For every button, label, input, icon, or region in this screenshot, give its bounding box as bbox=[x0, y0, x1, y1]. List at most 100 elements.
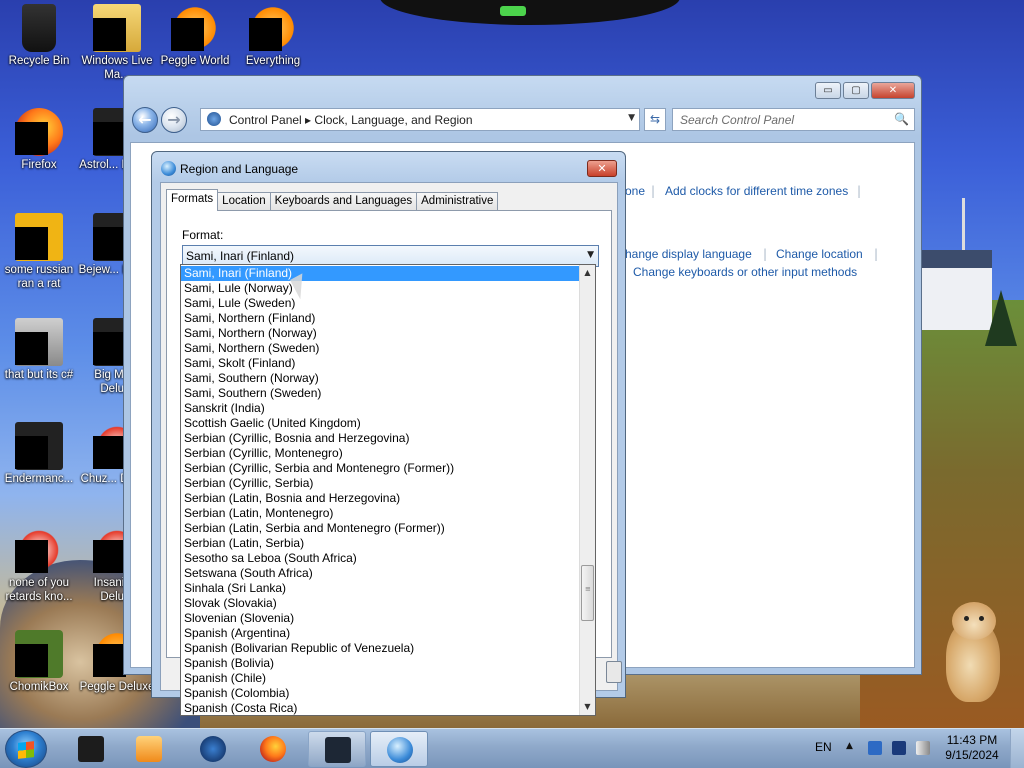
tab-strip: Formats Location Keyboards and Languages… bbox=[166, 189, 499, 211]
format-option[interactable]: Spanish (Argentina) bbox=[181, 626, 580, 641]
status-led bbox=[500, 6, 526, 16]
windows-logo-icon bbox=[18, 741, 34, 759]
volume-icon[interactable] bbox=[916, 741, 930, 755]
search-input[interactable]: Search Control Panel 🔍 bbox=[672, 108, 915, 131]
desktop-icon-firefox[interactable]: Firefox bbox=[0, 108, 78, 172]
desktop-icon-label: Peggle Deluxe bbox=[79, 681, 155, 693]
taskbar-app-1[interactable] bbox=[62, 731, 120, 767]
format-option[interactable]: Sami, Lule (Sweden) bbox=[181, 296, 580, 311]
taskbar-firefox[interactable] bbox=[244, 731, 302, 767]
format-option[interactable]: Sami, Northern (Sweden) bbox=[181, 341, 580, 356]
desktop-icon-windows-live[interactable]: Windows Live Ma... bbox=[78, 4, 156, 82]
show-desktop-button[interactable] bbox=[1010, 729, 1024, 768]
format-option[interactable]: Slovenian (Slovenia) bbox=[181, 611, 580, 626]
format-option[interactable]: Sami, Lule (Norway) bbox=[181, 281, 580, 296]
format-label: Format: bbox=[182, 228, 224, 242]
monitor-icon[interactable] bbox=[892, 741, 906, 755]
format-option[interactable]: Serbian (Latin, Montenegro) bbox=[181, 506, 580, 521]
taskbar-region-language[interactable] bbox=[370, 731, 428, 767]
search-icon[interactable]: 🔍 bbox=[894, 112, 909, 126]
desktop-icon-label: Peggle World bbox=[160, 55, 230, 67]
media-player-icon bbox=[136, 736, 162, 762]
format-option[interactable]: Sami, Southern (Norway) bbox=[181, 371, 580, 386]
format-option[interactable]: Spanish (Bolivia) bbox=[181, 656, 580, 671]
refresh-button[interactable]: ⇆ bbox=[644, 108, 666, 131]
close-button[interactable]: ✕ bbox=[871, 82, 915, 99]
chomikbox-icon bbox=[15, 630, 63, 678]
format-option[interactable]: Sami, Southern (Sweden) bbox=[181, 386, 580, 401]
format-option[interactable]: Sami, Inari (Finland) bbox=[181, 266, 580, 281]
desktop-icon-label: Everything bbox=[245, 55, 301, 67]
tab-formats[interactable]: Formats bbox=[166, 189, 219, 211]
desktop-icon-none-of-you[interactable]: none of you retards kno... bbox=[0, 526, 78, 604]
scrollbar-thumb[interactable]: ≡ bbox=[581, 565, 594, 621]
change-location-link[interactable]: Change location bbox=[776, 247, 863, 261]
input-language-indicator[interactable]: EN bbox=[815, 740, 832, 754]
app-icon bbox=[15, 526, 63, 574]
address-bar[interactable]: Control Panel ▸ Clock, Language, and Reg… bbox=[200, 108, 640, 131]
tab-location[interactable]: Location bbox=[217, 192, 271, 211]
desktop-icon-endermanc[interactable]: Endermanc... bbox=[0, 422, 78, 486]
format-option[interactable]: Serbian (Cyrillic, Montenegro) bbox=[181, 446, 580, 461]
globe-clock-icon bbox=[387, 737, 413, 763]
control-panel-icon bbox=[207, 112, 221, 126]
back-button[interactable]: ← bbox=[132, 107, 158, 133]
taskbar-app-globe[interactable] bbox=[184, 731, 242, 767]
forward-button[interactable]: → bbox=[161, 107, 187, 133]
taskbar-media-player[interactable] bbox=[120, 731, 178, 767]
tab-administrative[interactable]: Administrative bbox=[416, 192, 499, 211]
desktop-icon-chomikbox[interactable]: ChomikBox bbox=[0, 630, 78, 694]
desktop-icon-everything[interactable]: Everything bbox=[234, 4, 312, 68]
chevron-down-icon[interactable]: ▼ bbox=[587, 250, 594, 260]
change-display-language-link[interactable]: hange display language bbox=[625, 247, 752, 261]
start-button[interactable] bbox=[5, 730, 47, 768]
tray-app-icon[interactable] bbox=[868, 741, 882, 755]
format-option[interactable]: Serbian (Latin, Serbia) bbox=[181, 536, 580, 551]
format-option[interactable]: Spanish (Bolivarian Republic of Venezuel… bbox=[181, 641, 580, 656]
taskbar-control-panel[interactable] bbox=[308, 731, 366, 767]
taskbar: EN ▲ 11:43 PM 9/15/2024 bbox=[0, 728, 1024, 768]
dialog-close-button[interactable]: ✕ bbox=[587, 160, 617, 177]
search-placeholder: Search Control Panel bbox=[680, 113, 795, 127]
desktop-icon-peggle-world[interactable]: Peggle World bbox=[156, 4, 234, 68]
format-option[interactable]: Slovak (Slovakia) bbox=[181, 596, 580, 611]
format-option[interactable]: Scottish Gaelic (United Kingdom) bbox=[181, 416, 580, 431]
desktop-icon-recycle-bin[interactable]: Recycle Bin bbox=[0, 4, 78, 68]
tab-keyboards-and-languages[interactable]: Keyboards and Languages bbox=[269, 192, 418, 211]
format-option[interactable]: Serbian (Cyrillic, Serbia and Montenegro… bbox=[181, 461, 580, 476]
list-scrollbar[interactable]: ▲ ≡ ▼ bbox=[579, 265, 595, 715]
format-option[interactable]: Spanish (Colombia) bbox=[181, 686, 580, 701]
format-option[interactable]: Sanskrit (India) bbox=[181, 401, 580, 416]
format-option[interactable]: Sesotho sa Leboa (South Africa) bbox=[181, 551, 580, 566]
desktop-icon-that-but-csharp[interactable]: that but its c# bbox=[0, 318, 78, 382]
format-option[interactable]: Spanish (Chile) bbox=[181, 671, 580, 686]
chevron-down-icon[interactable]: ▼ bbox=[628, 113, 635, 123]
recycle-bin-icon bbox=[22, 4, 56, 52]
format-option[interactable]: Serbian (Cyrillic, Bosnia and Herzegovin… bbox=[181, 431, 580, 446]
dialog-button-partial[interactable] bbox=[606, 661, 622, 683]
format-option[interactable]: Sami, Northern (Finland) bbox=[181, 311, 580, 326]
scroll-down-icon[interactable]: ▼ bbox=[580, 699, 595, 715]
globe-icon bbox=[161, 161, 176, 176]
add-clocks-link[interactable]: Add clocks for different time zones bbox=[665, 184, 848, 198]
change-keyboards-link[interactable]: Change keyboards or other input methods bbox=[633, 265, 857, 279]
clock[interactable]: 11:43 PM 9/15/2024 bbox=[940, 733, 1004, 763]
format-option[interactable]: Sinhala (Sri Lanka) bbox=[181, 581, 580, 596]
firefox-icon bbox=[15, 108, 63, 156]
partial-link[interactable]: one bbox=[625, 184, 645, 198]
format-option[interactable]: Spanish (Costa Rica) bbox=[181, 701, 580, 715]
format-option[interactable]: Serbian (Cyrillic, Serbia) bbox=[181, 476, 580, 491]
scroll-up-icon[interactable]: ▲ bbox=[580, 265, 595, 281]
format-option[interactable]: Serbian (Latin, Serbia and Montenegro (F… bbox=[181, 521, 580, 536]
shortcut-icon bbox=[15, 318, 63, 366]
show-hidden-icons-icon[interactable]: ▲ bbox=[846, 741, 853, 751]
format-options-list[interactable]: Sami, Inari (Finland) Sami, Lule (Norway)… bbox=[180, 264, 596, 716]
format-option[interactable]: Sami, Northern (Norway) bbox=[181, 326, 580, 341]
format-option[interactable]: Serbian (Latin, Bosnia and Herzegovina) bbox=[181, 491, 580, 506]
minimize-button[interactable]: ▭ bbox=[815, 82, 841, 99]
desktop-icon-russian-rat[interactable]: some russian ran a rat bbox=[0, 213, 78, 291]
format-option[interactable]: Sami, Skolt (Finland) bbox=[181, 356, 580, 371]
globe-icon bbox=[200, 736, 226, 762]
format-option[interactable]: Setswana (South Africa) bbox=[181, 566, 580, 581]
maximize-button[interactable]: ▢ bbox=[843, 82, 869, 99]
